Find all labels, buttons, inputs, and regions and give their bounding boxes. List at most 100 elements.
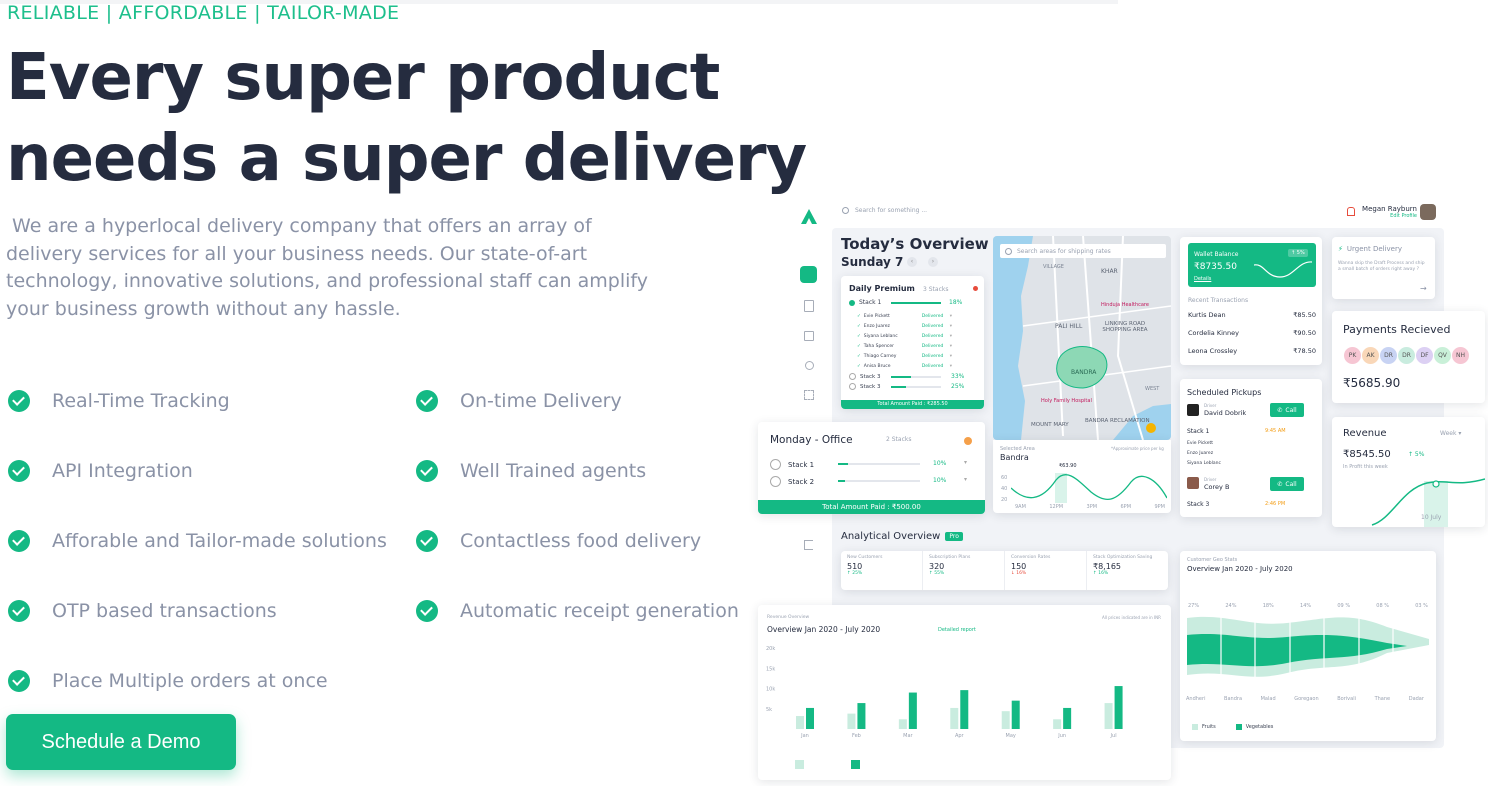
pickup-time: 2:46 PM [1265,501,1286,507]
chevron-down-icon[interactable]: ▾ [950,314,952,319]
chevron-down-icon[interactable]: ▾ [950,364,952,369]
details-link[interactable]: Details [1194,276,1211,282]
payments-amount: ₹5685.90 [1343,376,1401,390]
monday-office-card[interactable]: Monday - Office 2 Stacks Stack 1 10% ▾ S… [758,422,985,514]
calendar-icon[interactable] [804,331,814,341]
avatar-group: PK AK DR DR DF QV NH [1343,346,1470,365]
check-icon [416,460,438,482]
pickups-title: Scheduled Pickups [1187,388,1262,397]
transaction-row: Cordelia Kinney ₹90.50 [1188,329,1316,347]
agent-status: Delivered [921,323,944,329]
tagline: RELIABLE | AFFORDABLE | TAILOR-MADE [7,2,400,24]
payments-card[interactable]: Payments Recieved PK AK DR DR DF QV NH ₹5685.9… [1332,311,1485,403]
analytical-title: Analytical Overview [841,531,941,542]
check-icon: ✓ [857,323,861,329]
chevron-down-icon[interactable]: ▾ [964,476,967,483]
scheduled-pickups-card[interactable]: Scheduled Pickups Driver David Dobrik ✆ C… [1180,379,1322,517]
search-icon [842,207,849,214]
revenue-card[interactable]: Revenue Week ▾ ₹8545.50 ↑ 5% In Profit t… [1332,417,1485,527]
hero-line-2: needs a super delivery [6,122,807,196]
wallet-label: Wallet Balance [1194,251,1239,258]
chevron-down-icon[interactable]: ▾ [950,354,952,359]
geo-percent: 24% [1225,603,1237,609]
avatar: DR [1379,346,1398,365]
progress-track [891,376,941,378]
map-label: MOUNT MARY [1031,422,1069,428]
chevron-down-icon[interactable]: ▾ [950,344,952,349]
search-bar[interactable]: Search for something ... [842,207,927,214]
geo-funnel-chart [1187,613,1429,683]
check-icon: ✓ [857,353,861,359]
chevron-down-icon: ▾ [1458,430,1462,437]
wallet-amount: ₹8735.50 [1194,262,1237,272]
radio-icon[interactable] [849,383,856,390]
call-button[interactable]: ✆ Call [1270,403,1304,417]
detailed-report-link[interactable]: Detailed report [938,627,976,633]
check-icon: ✓ [857,313,861,319]
agent-row: ✓ Anisa Bruce Delivered ▾ [857,361,979,371]
geo-stats-card[interactable]: Customer Geo Stats Overview Jan 2020 - J… [1180,551,1436,741]
edit-profile-link[interactable]: Edit Profile [1361,213,1417,219]
check-icon: ✓ [857,363,861,369]
map-panel[interactable]: Search areas for shipping rates VILLAGE … [993,236,1171,440]
status-dot-icon [964,437,972,445]
wallet-card[interactable]: Wallet Balance ↑ 5% ₹8735.50 Details Rec… [1180,237,1322,365]
user-info[interactable]: Megan Rayburn Edit Profile [1361,205,1417,219]
stat-change: ↑ 55% [929,571,945,576]
transaction-row: Kurtis Dean ₹85.50 [1188,311,1316,329]
feature-label: Real-Time Tracking [52,390,230,412]
schedule-demo-button[interactable]: Schedule a Demo [6,714,236,770]
feature-label: On-time Delivery [460,390,622,412]
person-name: Evie Pickett [1187,441,1214,446]
selected-area-card[interactable]: Selected Area Bandra *Approximate price … [993,440,1171,513]
map-search-input[interactable]: Search areas for shipping rates [1000,244,1166,258]
map-label: BANDRA [1071,369,1097,376]
arrow-right-icon[interactable]: → [1420,284,1427,293]
legend-label: Fruits [1202,724,1216,730]
x-tick-label: Mar [903,733,913,739]
orders-icon[interactable] [804,300,814,312]
radio-icon[interactable] [770,459,781,470]
search-placeholder: Search for something ... [855,207,928,214]
agent-status: Delivered [921,363,944,369]
agent-list: ✓ Evie Pickett Delivered ▾ ✓ Enzo Juarez Deliv… [857,311,979,371]
chevron-down-icon[interactable]: ▾ [964,459,967,466]
x-tick: 9AM [1015,504,1026,510]
hero-line-1: Every super product [6,41,720,115]
stat-label: Conversion Rates [1011,555,1051,560]
y-tick: 20 [1001,497,1008,503]
dashboard-icon[interactable] [800,266,817,283]
overview-date: Sunday 7 [841,255,904,269]
chevron-down-icon[interactable]: ▾ [950,324,952,329]
progress-percent: 18% [949,299,963,306]
daily-premium-card[interactable]: Daily Premium 3 Stacks Stack 1 18% ✓ Evie… [841,276,984,409]
map-label: KHAR [1101,268,1118,275]
progress-track [891,386,941,388]
next-day-button[interactable]: › [928,257,938,267]
map-label: LINKING ROAD SHOPPING AREA [1102,321,1148,333]
radio-icon[interactable] [770,476,781,487]
call-button[interactable]: ✆ Call [1270,477,1304,491]
card-footer: Total Amount Paid : ₹285.50 [841,400,984,409]
user-name: Megan Rayburn [1362,205,1417,213]
stat-label: New Customers [847,555,883,560]
hero-heading: Every super product needs a super delive… [6,38,807,200]
geo-percent: 27% [1188,603,1200,609]
x-tick-label: May [1006,733,1016,739]
y-tick-label: 20k [766,646,775,652]
avatar[interactable] [1420,204,1436,220]
bar [1104,703,1113,729]
chevron-down-icon[interactable]: ▾ [950,334,952,339]
geo-area: Thane [1374,696,1391,702]
period-select[interactable]: Week ▾ [1440,430,1461,437]
user-icon[interactable] [805,361,814,370]
urgent-delivery-card[interactable]: ⚡ Urgent Delivery Wanna skip the Draft P… [1332,237,1435,299]
legend-label: Vegetables [1245,724,1274,730]
radio-icon[interactable] [849,373,856,380]
notification-bell-icon[interactable] [1347,207,1355,216]
revenue-overview-card[interactable]: Revenue Overview Overview Jan 2020 - Jul… [758,605,1171,780]
settings-icon[interactable] [804,390,814,400]
urgent-text: Wanna skip the Draft Process and ship a … [1338,261,1425,272]
prev-day-button[interactable]: ‹ [907,257,917,267]
logout-icon[interactable] [804,540,813,550]
